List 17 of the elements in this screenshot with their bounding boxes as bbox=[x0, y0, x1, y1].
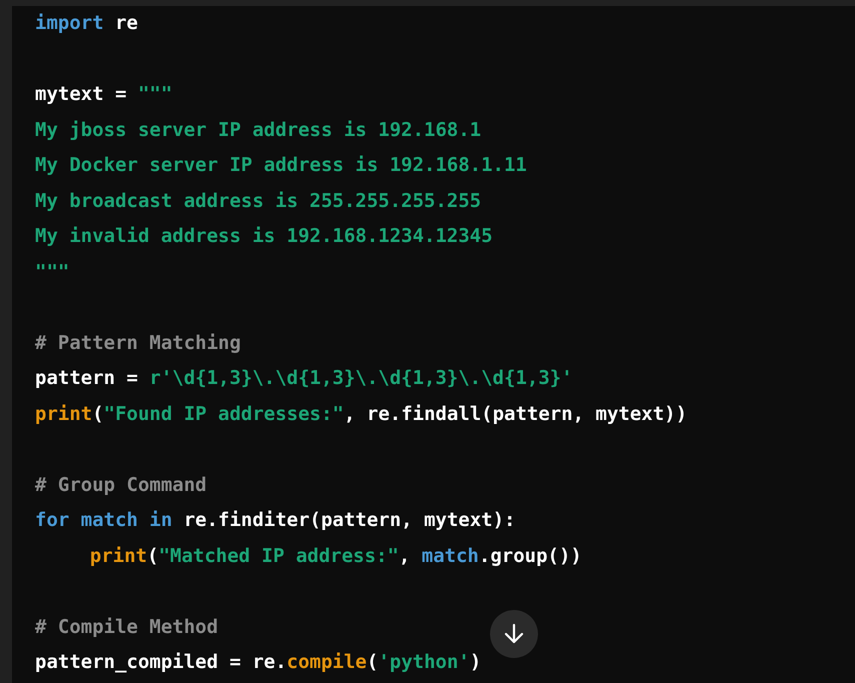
scroll-down-button[interactable] bbox=[490, 610, 538, 658]
code-line: My broadcast address is 255.255.255.255 bbox=[35, 188, 482, 214]
code-line: My invalid address is 192.168.1234.12345 bbox=[35, 224, 493, 249]
code-line: pattern_compiled = re.compile('python') bbox=[35, 650, 482, 675]
code-line: """ bbox=[35, 260, 70, 284]
code-line: print("Matched IP address:", match.group()) bbox=[90, 544, 582, 568]
code-line: My jboss server IP address is 192.168.1 bbox=[35, 118, 482, 142]
code-line: # Pattern Matching bbox=[35, 330, 241, 356]
code-line: print("Found IP addresses:", re.findall(pattern, mytext)) bbox=[35, 402, 688, 426]
code-line: pattern = r'\d{1,3}\.\d{1,3}\.\d{1,3}\.\d{1,3}' bbox=[35, 366, 573, 391]
code-line: My Docker server IP address is 192.168.1.11 bbox=[35, 153, 527, 178]
code-line: import re bbox=[35, 11, 138, 36]
code-line: # Compile Method bbox=[35, 614, 218, 640]
code-line: for match in re.finditer(pattern, mytext): bbox=[35, 508, 516, 533]
down-arrow-icon bbox=[504, 623, 524, 645]
code-line: mytext = """ bbox=[35, 82, 172, 107]
code-line: # Group Command bbox=[35, 472, 207, 498]
